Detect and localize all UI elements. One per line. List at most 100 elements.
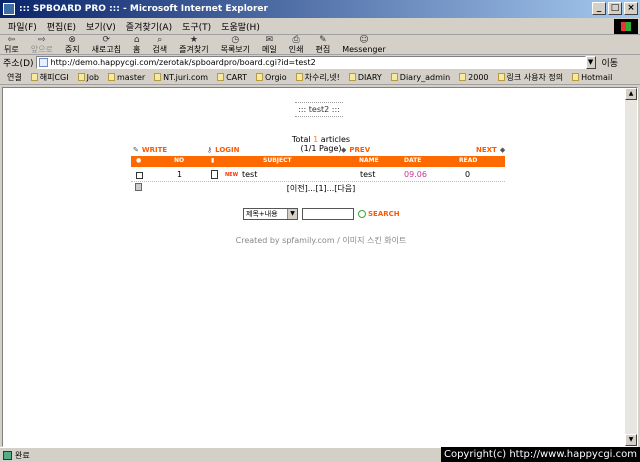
link-page-icon bbox=[154, 73, 162, 81]
document-icon bbox=[211, 170, 218, 179]
header-mark-icon: ● bbox=[136, 157, 142, 164]
menu-tools[interactable]: 도구(T) bbox=[182, 20, 211, 33]
link-item[interactable]: 2000 bbox=[459, 73, 489, 82]
prev-arrow-icon: ◆ bbox=[341, 146, 347, 154]
pagination[interactable]: [이전]...[1]...[다음] bbox=[3, 183, 639, 194]
print-icon: ⎙ bbox=[292, 35, 300, 45]
board-actions: ✎ WRITE ⚷ LOGIN ◆ PREV NEXT ◆ bbox=[131, 146, 505, 156]
page-done-icon bbox=[3, 450, 12, 460]
link-item[interactable]: Diary_admin bbox=[390, 73, 450, 82]
messenger-icon: ☺ bbox=[359, 35, 369, 45]
header-name: NAME bbox=[359, 157, 379, 164]
links-label: 연결 bbox=[7, 72, 22, 82]
scroll-up-button[interactable]: ▲ bbox=[625, 88, 637, 100]
search-form: 제목+내용 ▼ SEARCH bbox=[243, 208, 400, 220]
link-page-icon bbox=[348, 73, 356, 81]
home-icon: ⌂ bbox=[133, 35, 140, 45]
edit-button[interactable]: ✎ 편집 bbox=[316, 35, 331, 54]
edit-icon: ✎ bbox=[319, 35, 327, 45]
link-page-icon bbox=[459, 73, 467, 81]
search-button[interactable]: SEARCH bbox=[358, 210, 400, 218]
menu-edit[interactable]: 편집(E) bbox=[47, 20, 76, 33]
new-badge: NEW bbox=[225, 172, 239, 178]
menu-view[interactable]: 보기(V) bbox=[86, 20, 116, 33]
write-button[interactable]: ✎ WRITE bbox=[133, 146, 167, 154]
menu-file[interactable]: 파일(F) bbox=[8, 20, 37, 33]
link-item[interactable]: master bbox=[107, 73, 145, 82]
mail-button[interactable]: ✉ 메일 bbox=[262, 35, 277, 54]
minimize-button[interactable]: _ bbox=[592, 2, 606, 15]
status-text: 완료 bbox=[3, 450, 30, 461]
title-bar: ::: SPBOARD PRO ::: - Microsoft Internet… bbox=[0, 0, 640, 18]
stop-button[interactable]: ⊗ 중지 bbox=[65, 35, 80, 54]
link-item[interactable]: Orgio bbox=[256, 73, 287, 82]
history-button[interactable]: ◷ 목록보기 bbox=[221, 35, 250, 54]
link-item[interactable]: CART bbox=[217, 73, 247, 82]
address-dropdown-button[interactable]: ▼ bbox=[585, 56, 596, 69]
address-url: http://demo.happycgi.com/zerotak/spboard… bbox=[50, 58, 316, 67]
favorites-icon: ★ bbox=[189, 35, 198, 45]
next-button[interactable]: NEXT ◆ bbox=[476, 146, 505, 154]
home-button[interactable]: ⌂ 홈 bbox=[133, 35, 140, 54]
copyright-banner: Copyright(c) http://www.happycgi.com bbox=[440, 447, 640, 462]
search-field-select[interactable]: 제목+내용 ▼ bbox=[243, 208, 298, 220]
address-input[interactable]: http://demo.happycgi.com/zerotak/spboard… bbox=[35, 56, 586, 69]
header-subject: SUBJECT bbox=[263, 157, 292, 164]
back-icon: ⇦ bbox=[7, 35, 16, 45]
messenger-button[interactable]: ☺ Messenger bbox=[342, 35, 385, 54]
favorites-button[interactable]: ★ 즐겨찾기 bbox=[179, 35, 208, 54]
link-item[interactable]: DIARY bbox=[348, 73, 382, 82]
windows-logo-icon bbox=[614, 19, 638, 34]
link-page-icon bbox=[497, 73, 505, 81]
link-item[interactable]: 링크 사용자 정의 bbox=[497, 72, 563, 83]
link-item[interactable]: 차수리,넷! bbox=[295, 72, 340, 83]
link-item[interactable]: Job bbox=[77, 73, 99, 82]
search-icon: ⌕ bbox=[157, 35, 163, 45]
total-articles: Total 1 articles bbox=[291, 135, 351, 144]
credit-text: Created by spfamily.com / 이미지 스킨 화이트 bbox=[235, 236, 407, 245]
chevron-down-icon: ▼ bbox=[287, 209, 297, 219]
link-page-icon bbox=[390, 73, 398, 81]
prev-button[interactable]: ◆ PREV bbox=[341, 146, 370, 154]
link-item[interactable]: NT.juri.com bbox=[154, 73, 208, 82]
total-count: 1 bbox=[313, 135, 319, 144]
stop-icon: ⊗ bbox=[68, 35, 76, 45]
pencil-icon: ✎ bbox=[133, 146, 139, 154]
print-button[interactable]: ⎙ 인쇄 bbox=[289, 35, 304, 54]
link-page-icon bbox=[217, 73, 225, 81]
menu-help[interactable]: 도움말(H) bbox=[221, 20, 260, 33]
link-page-icon bbox=[256, 73, 263, 81]
next-arrow-icon: ◆ bbox=[499, 146, 506, 154]
row-read: 0 bbox=[465, 170, 471, 179]
close-button[interactable]: × bbox=[624, 2, 638, 15]
row-subject-link[interactable]: test bbox=[242, 170, 257, 179]
link-item[interactable]: 해피CGI bbox=[30, 72, 69, 83]
scroll-down-button[interactable]: ▼ bbox=[625, 434, 637, 446]
header-read: READ bbox=[459, 157, 478, 164]
forward-button[interactable]: ⇨ 앞으로 bbox=[31, 35, 53, 54]
ie-icon bbox=[3, 3, 15, 15]
refresh-icon: ⟳ bbox=[102, 35, 111, 45]
search-button[interactable]: ⌕ 검색 bbox=[152, 35, 167, 54]
forward-icon: ⇨ bbox=[38, 35, 46, 45]
board-title: ::: test2 ::: bbox=[295, 102, 343, 117]
link-item[interactable]: Hotmail bbox=[572, 73, 612, 82]
row-no: 1 bbox=[177, 170, 183, 179]
page-viewport: ::: test2 ::: Total 1 articles (1/1 Page… bbox=[2, 87, 638, 447]
login-button[interactable]: ⚷ LOGIN bbox=[207, 146, 240, 154]
table-row: 1 NEW test test 09.06 0 bbox=[131, 168, 505, 182]
menu-favorites[interactable]: 즐겨찾기(A) bbox=[126, 20, 172, 33]
maximize-button[interactable]: □ bbox=[608, 2, 622, 15]
header-date: DATE bbox=[404, 157, 422, 164]
header-no: NO bbox=[174, 157, 185, 164]
link-page-icon bbox=[30, 73, 38, 81]
row-checkbox[interactable] bbox=[136, 172, 143, 179]
refresh-button[interactable]: ⟳ 새로고침 bbox=[92, 35, 121, 54]
vertical-scrollbar[interactable]: ▲ ▼ bbox=[625, 88, 637, 446]
search-input[interactable] bbox=[302, 208, 354, 220]
key-icon: ⚷ bbox=[207, 146, 213, 154]
link-page-icon bbox=[107, 73, 115, 81]
back-button[interactable]: ⇦ 뒤로 bbox=[4, 35, 19, 54]
go-button[interactable]: 이동 bbox=[602, 56, 619, 69]
header-doc-icon: ▮ bbox=[211, 157, 215, 164]
